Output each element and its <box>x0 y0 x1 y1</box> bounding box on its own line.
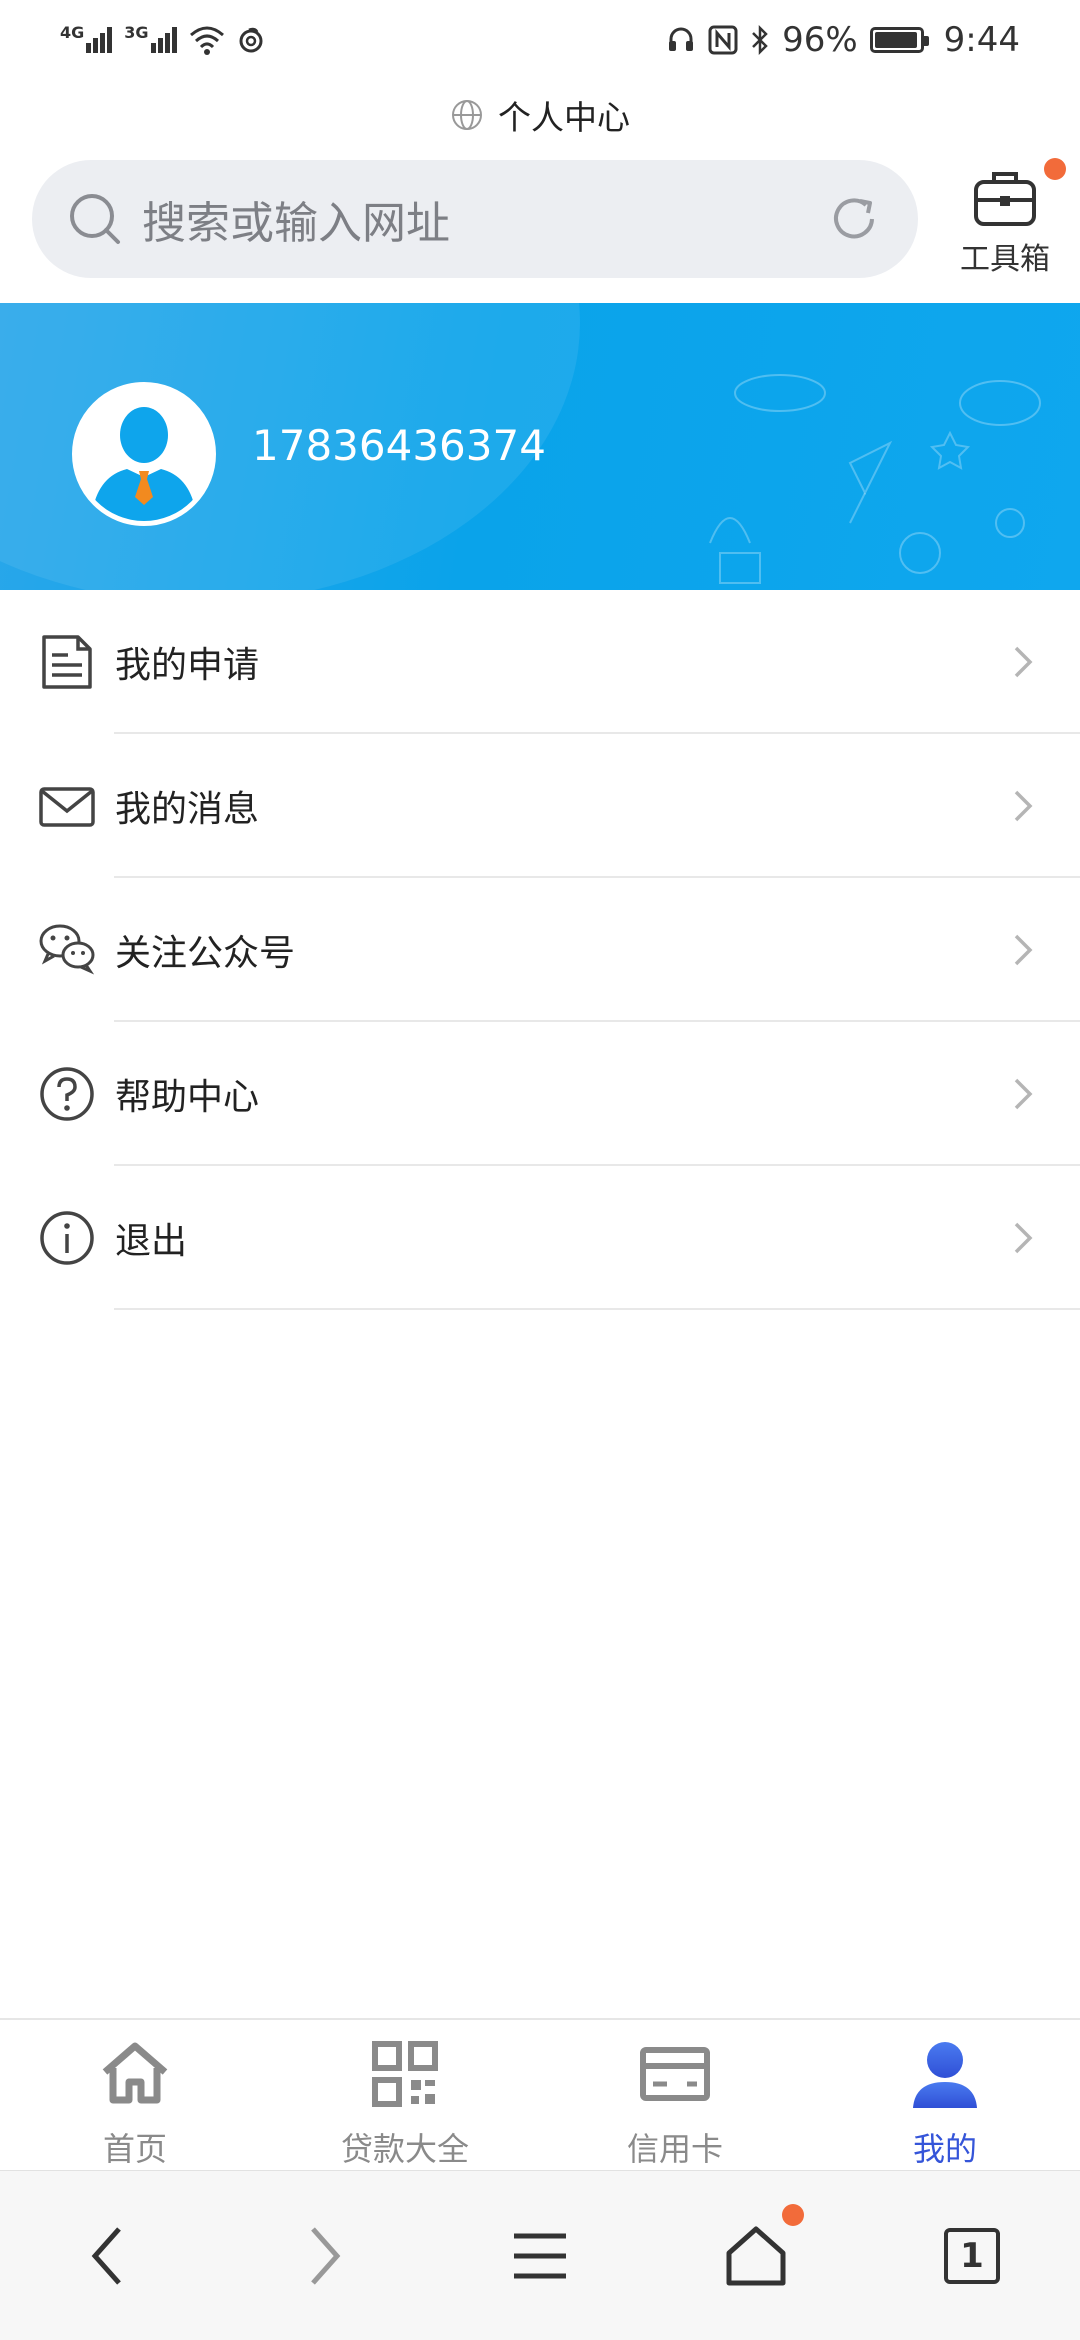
toolbox-icon <box>974 172 1036 226</box>
chevron-right-icon <box>1014 1078 1033 1110</box>
toolbox-badge <box>1044 158 1066 180</box>
signal-3g-label: 3G <box>124 23 149 42</box>
battery-icon <box>869 27 929 53</box>
globe-icon <box>452 100 482 130</box>
tabs-button[interactable]: 1 <box>912 2196 1032 2316</box>
page: 4G 3G 96% 9:44 个人中心 搜索或输入网址 工具箱 17836436… <box>0 0 1080 2340</box>
menu-item-label: 退出 <box>115 1221 188 1262</box>
status-right: 96% 9:44 <box>666 20 1020 60</box>
menu-item-label: 我的消息 <box>115 789 260 830</box>
back-button[interactable] <box>48 2196 168 2316</box>
menu-item-label: 关注公众号 <box>115 933 296 974</box>
avatar[interactable] <box>72 382 216 526</box>
person-icon <box>913 2042 977 2108</box>
tab-mine[interactable]: 我的 <box>810 2020 1080 2170</box>
nfc-icon <box>708 25 738 55</box>
page-title: 个人中心 <box>498 98 630 137</box>
toolbox-label: 工具箱 <box>960 242 1050 277</box>
battery-fill <box>874 32 917 48</box>
chevron-right-icon <box>1014 646 1033 678</box>
menu-item-label: 我的申请 <box>115 645 260 686</box>
menu-button[interactable] <box>480 2196 600 2316</box>
search-bar[interactable]: 搜索或输入网址 <box>32 160 918 278</box>
status-left: 4G 3G <box>60 23 265 55</box>
menu-item-logout[interactable]: 退出 <box>0 1166 1080 1310</box>
refresh-icon[interactable] <box>826 191 882 247</box>
menu-item-my-applications[interactable]: 我的申请 <box>0 590 1080 734</box>
hamburger-menu-icon <box>514 2233 566 2278</box>
netease-music-icon <box>239 27 263 53</box>
banner-doodles <box>709 374 1041 584</box>
search-icon <box>70 194 120 244</box>
signal-4g-icon: 4G <box>60 23 113 53</box>
menu-list: 我的申请 我的消息 关注公众号 帮助中心 退出 <box>0 590 1080 1310</box>
browser-nav-bar: 1 <box>0 2170 1080 2340</box>
chevron-right-icon <box>1014 934 1033 966</box>
chevron-right-icon <box>1014 790 1033 822</box>
home-outline-icon <box>726 2226 786 2285</box>
chevron-right-icon <box>1014 1222 1033 1254</box>
signal-4g-label: 4G <box>60 23 85 42</box>
signal-3g-icon: 3G <box>124 23 177 53</box>
chevron-left-icon <box>91 2226 121 2285</box>
tab-label: 信用卡 <box>626 2130 723 2168</box>
document-icon <box>42 635 92 689</box>
profile-banner: 17836436374 <box>0 303 1080 590</box>
home-icon <box>102 2042 168 2104</box>
forward-button[interactable] <box>264 2196 384 2316</box>
home-nav-badge <box>782 2203 804 2226</box>
wechat-icon <box>39 924 95 975</box>
tab-label: 首页 <box>102 2130 167 2168</box>
clock: 9:44 <box>943 20 1020 60</box>
search-input[interactable]: 搜索或输入网址 <box>142 187 826 251</box>
bluetooth-icon <box>752 24 768 56</box>
page-title-row: 个人中心 <box>0 80 1080 150</box>
default-avatar-icon <box>91 407 197 521</box>
credit-card-icon <box>640 2047 710 2101</box>
menu-item-help-center[interactable]: 帮助中心 <box>0 1022 1080 1166</box>
tab-credit-card[interactable]: 信用卡 <box>540 2020 810 2170</box>
info-icon <box>40 1211 94 1265</box>
headset-icon <box>669 27 694 51</box>
chevron-right-icon <box>311 2226 341 2285</box>
menu-item-label: 帮助中心 <box>115 1077 260 1118</box>
menu-item-follow-official-account[interactable]: 关注公众号 <box>0 878 1080 1022</box>
home-nav-button[interactable] <box>696 2196 816 2316</box>
envelope-icon <box>39 787 95 827</box>
tab-label: 贷款大全 <box>340 2130 469 2168</box>
battery-percent: 96% <box>782 20 858 60</box>
status-bar: 4G 3G 96% 9:44 <box>0 0 1080 80</box>
bottom-tab-bar: 首页 贷款大全 信用卡 我的 <box>0 2018 1080 2170</box>
tab-home[interactable]: 首页 <box>0 2020 270 2170</box>
menu-item-my-messages[interactable]: 我的消息 <box>0 734 1080 878</box>
tab-label: 我的 <box>912 2130 977 2168</box>
question-icon <box>40 1067 94 1121</box>
grid-icon <box>372 2041 438 2107</box>
wifi-icon <box>189 26 224 55</box>
toolbox-button[interactable]: 工具箱 <box>950 158 1066 278</box>
tab-count: 1 <box>944 2227 1000 2284</box>
tab-loans[interactable]: 贷款大全 <box>270 2020 540 2170</box>
user-phone: 17836436374 <box>252 421 546 470</box>
